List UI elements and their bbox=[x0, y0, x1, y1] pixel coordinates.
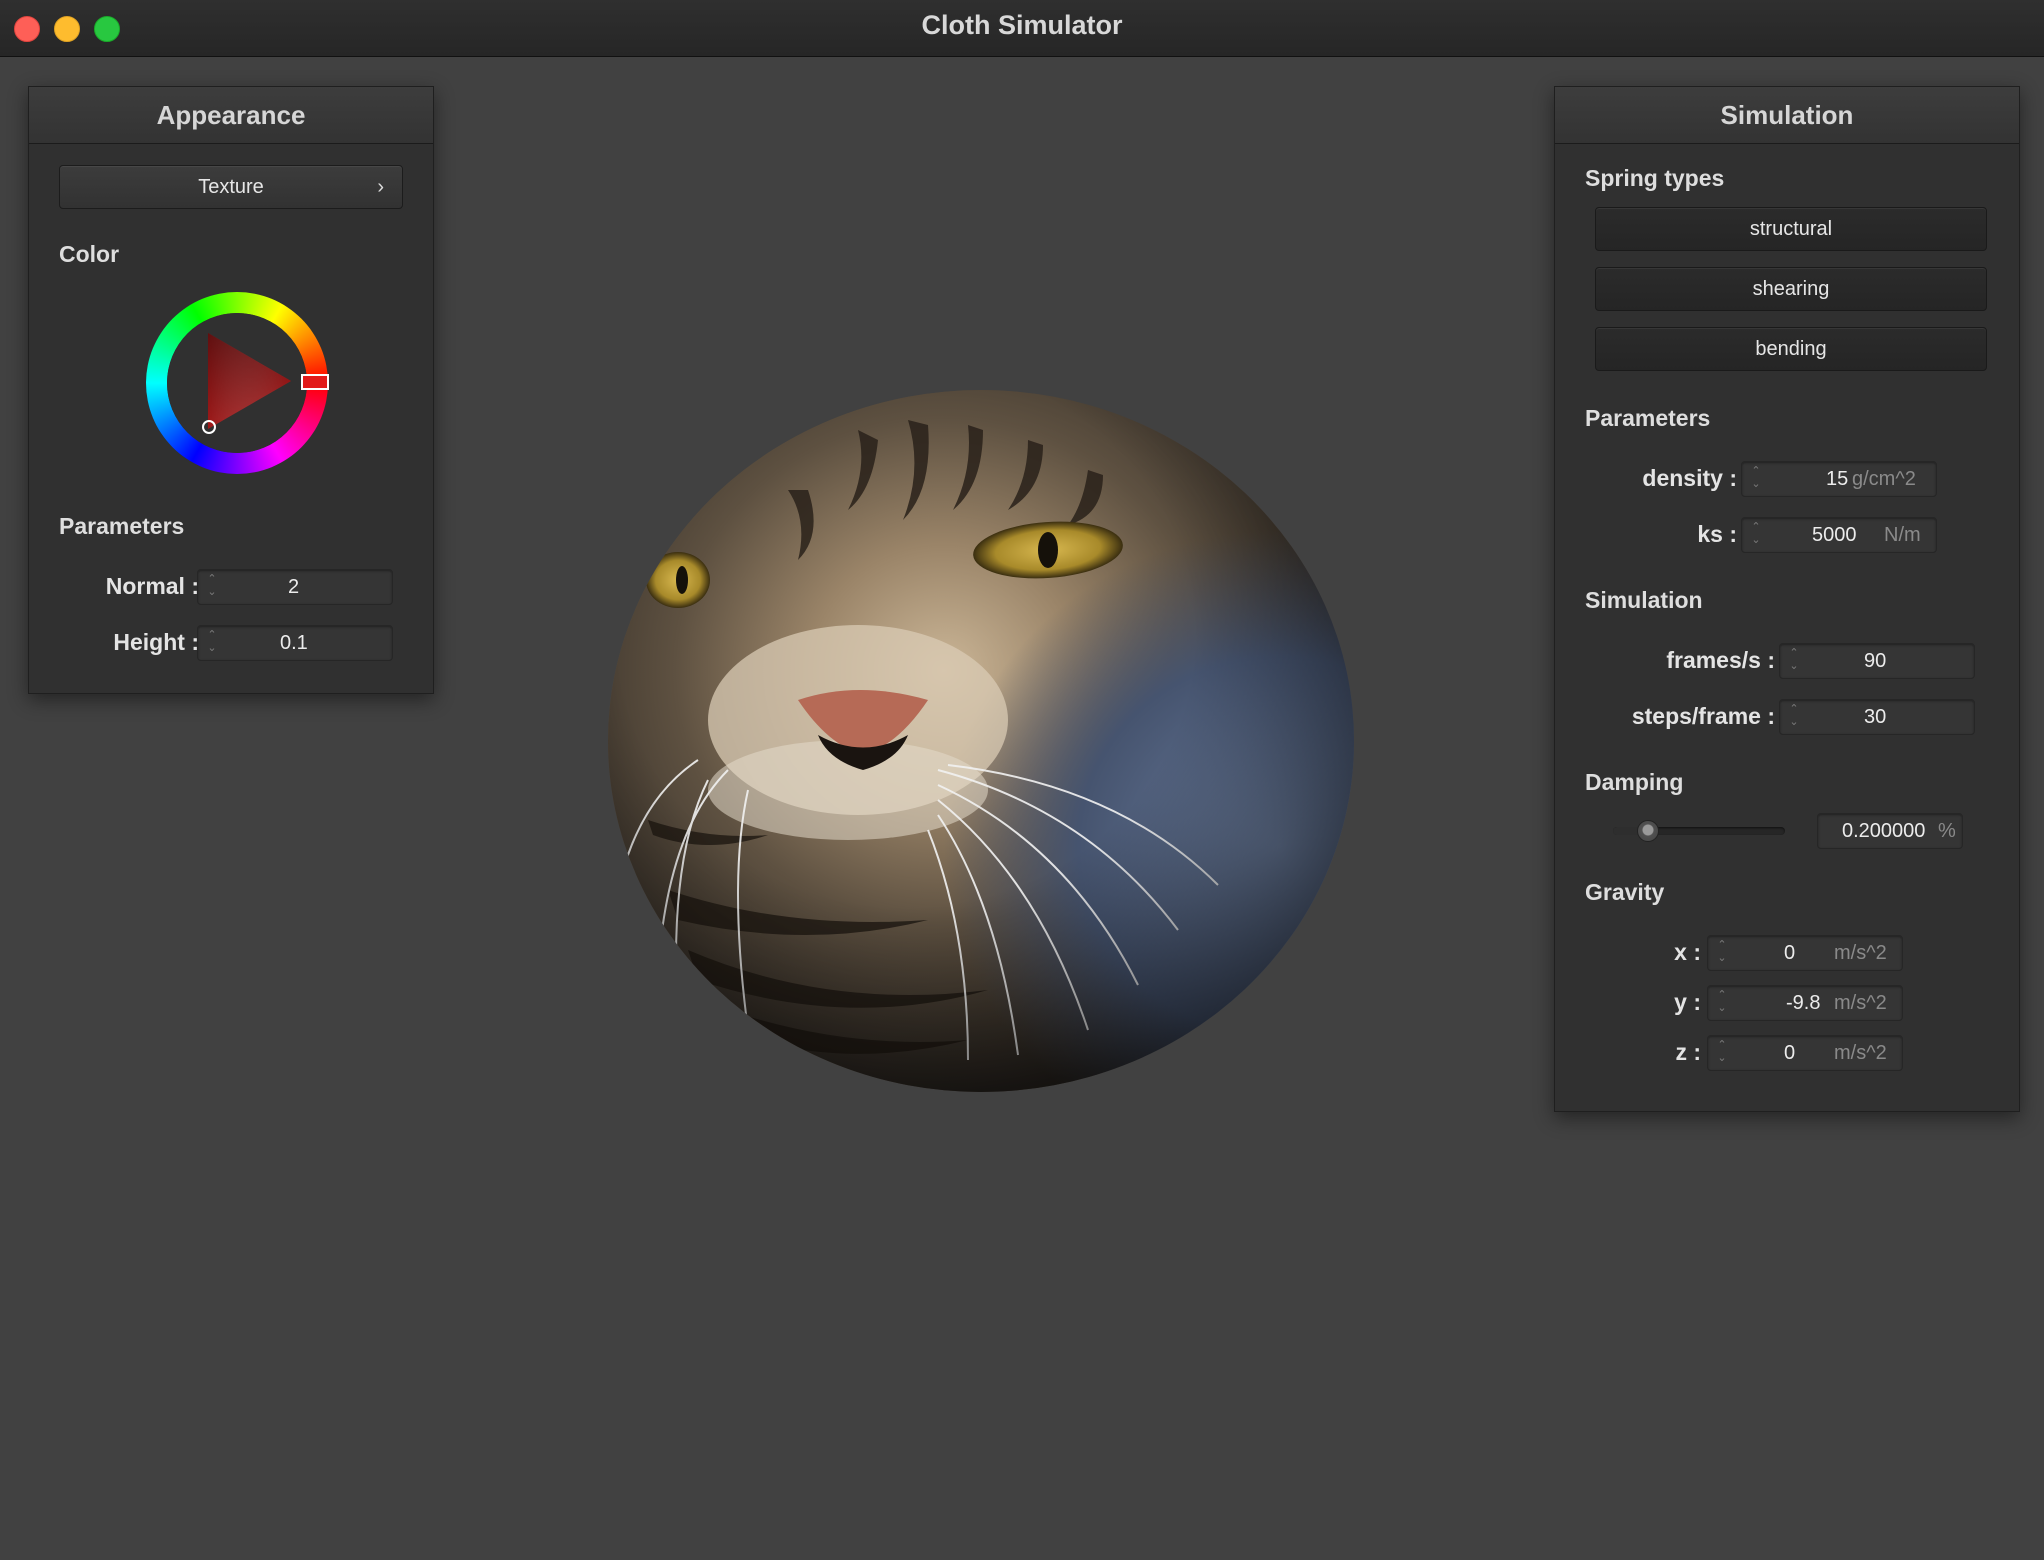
height-spinbox[interactable]: ⌃ ⌄ 0.1 bbox=[197, 625, 393, 661]
spin-arrows-icon[interactable]: ⌃ ⌄ bbox=[1716, 1039, 1728, 1067]
gravity-z-spinbox[interactable]: ⌃ ⌄ 0 m/s^2 bbox=[1707, 1035, 1903, 1071]
frames-per-second-spinbox[interactable]: ⌃ ⌄ 90 bbox=[1779, 643, 1975, 679]
damping-unit: % bbox=[1938, 820, 1956, 842]
gravity-x-spinbox[interactable]: ⌃ ⌄ 0 m/s^2 bbox=[1707, 935, 1903, 971]
ks-value: 5000 bbox=[1812, 524, 1857, 546]
normal-value: 2 bbox=[288, 576, 300, 598]
gravity-label: Gravity bbox=[1585, 879, 1665, 905]
texture-button-label: Texture bbox=[198, 176, 264, 198]
height-value: 0.1 bbox=[280, 632, 308, 654]
spin-arrows-icon[interactable]: ⌃ ⌄ bbox=[206, 573, 218, 601]
gravity-y-value: -9.8 bbox=[1786, 992, 1821, 1014]
cat-texture-image bbox=[608, 390, 1354, 1092]
ks-label: ks : bbox=[1697, 521, 1737, 547]
appearance-panel-header[interactable]: Appearance bbox=[29, 87, 433, 144]
simulation-parameters-label: Parameters bbox=[1585, 405, 1711, 431]
gravity-y-label: y : bbox=[1674, 989, 1701, 1015]
title-bar: Cloth Simulator bbox=[0, 0, 2044, 57]
density-unit: g/cm^2 bbox=[1852, 468, 1916, 490]
frames-per-second-label: frames/s : bbox=[1666, 647, 1775, 673]
ks-unit: N/m bbox=[1884, 524, 1921, 546]
damping-value: 0.200000 bbox=[1842, 820, 1926, 842]
steps-per-frame-spinbox[interactable]: ⌃ ⌄ 30 bbox=[1779, 699, 1975, 735]
damping-slider-knob[interactable] bbox=[1637, 820, 1660, 842]
texture-button[interactable]: Texture › bbox=[59, 165, 403, 209]
damping-label: Damping bbox=[1585, 769, 1684, 795]
spin-arrows-icon[interactable]: ⌃ ⌄ bbox=[1716, 939, 1728, 967]
density-spinbox[interactable]: ⌃ ⌄ 15 g/cm^2 bbox=[1741, 461, 1937, 497]
spin-arrows-icon[interactable]: ⌃ ⌄ bbox=[1716, 989, 1728, 1017]
gravity-z-value: 0 bbox=[1784, 1042, 1796, 1064]
textured-sphere-viewport[interactable] bbox=[608, 390, 1354, 1092]
simulation-panel-header[interactable]: Simulation bbox=[1555, 87, 2019, 144]
ks-spinbox[interactable]: ⌃ ⌄ 5000 N/m bbox=[1741, 517, 1937, 553]
window-title: Cloth Simulator bbox=[921, 10, 1123, 40]
gravity-x-label: x : bbox=[1674, 939, 1701, 965]
gravity-z-label: z : bbox=[1675, 1039, 1701, 1065]
gravity-y-spinbox[interactable]: ⌃ ⌄ -9.8 m/s^2 bbox=[1707, 985, 1903, 1021]
normal-label: Normal : bbox=[105, 573, 199, 599]
appearance-panel: Appearance Texture › Color Parameters No… bbox=[28, 86, 434, 694]
gravity-x-unit: m/s^2 bbox=[1834, 942, 1887, 964]
color-section-label: Color bbox=[59, 241, 120, 267]
color-wheel[interactable] bbox=[145, 291, 329, 475]
normal-spinbox[interactable]: ⌃ ⌄ 2 bbox=[197, 569, 393, 605]
appearance-parameters-label: Parameters bbox=[59, 513, 185, 539]
height-label: Height : bbox=[113, 629, 199, 655]
frames-per-second-value: 90 bbox=[1864, 650, 1887, 672]
damping-value-box[interactable]: 0.200000 % bbox=[1817, 813, 1963, 849]
spin-arrows-icon[interactable]: ⌃ ⌄ bbox=[1788, 647, 1800, 675]
spin-arrows-icon[interactable]: ⌃ ⌄ bbox=[1788, 703, 1800, 731]
simulation-section-label: Simulation bbox=[1585, 587, 1703, 613]
spring-types-label: Spring types bbox=[1585, 165, 1725, 191]
steps-per-frame-value: 30 bbox=[1864, 706, 1887, 728]
gravity-y-unit: m/s^2 bbox=[1834, 992, 1887, 1014]
structural-spring-button[interactable]: structural bbox=[1595, 207, 1987, 251]
bending-spring-button[interactable]: bending bbox=[1595, 327, 1987, 371]
density-label: density : bbox=[1642, 465, 1737, 491]
simulation-panel: Simulation Spring types structural shear… bbox=[1554, 86, 2020, 1112]
gravity-z-unit: m/s^2 bbox=[1834, 1042, 1887, 1064]
chevron-right-icon: › bbox=[377, 176, 384, 198]
spin-arrows-icon[interactable]: ⌃ ⌄ bbox=[206, 629, 218, 657]
shearing-spring-button[interactable]: shearing bbox=[1595, 267, 1987, 311]
gravity-x-value: 0 bbox=[1784, 942, 1796, 964]
density-value: 15 bbox=[1826, 468, 1849, 490]
spin-arrows-icon[interactable]: ⌃ ⌄ bbox=[1750, 521, 1762, 549]
steps-per-frame-label: steps/frame : bbox=[1631, 703, 1775, 729]
spin-arrows-icon[interactable]: ⌃ ⌄ bbox=[1750, 465, 1762, 493]
app-window: Cloth Simulator Appearance Texture › Col… bbox=[0, 0, 2044, 1560]
